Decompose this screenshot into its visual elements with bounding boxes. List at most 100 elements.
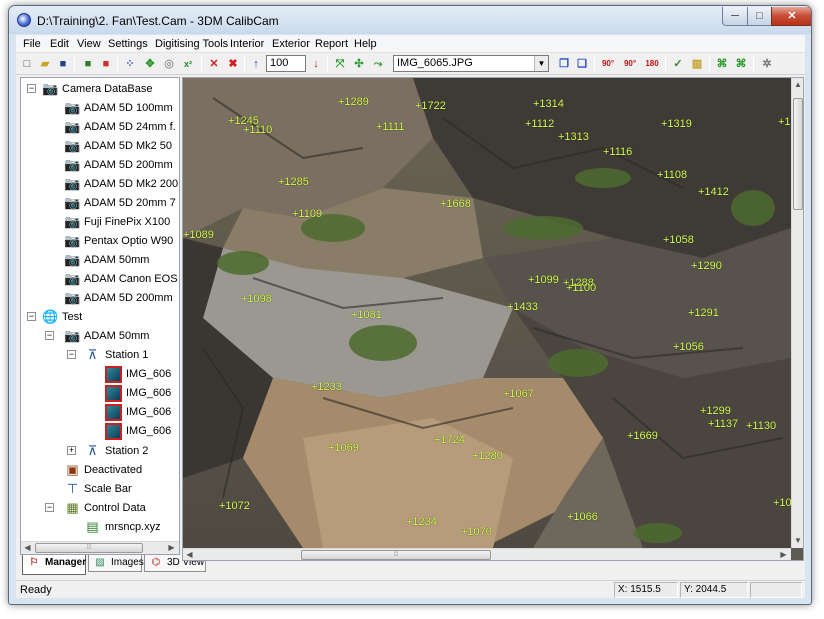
control-point-label[interactable]: +1098: [241, 293, 272, 305]
minimize-button[interactable]: ─: [722, 7, 748, 26]
control-point-label[interactable]: +1433: [507, 301, 538, 313]
delete-point-icon[interactable]: ✕: [206, 56, 222, 72]
check-icon[interactable]: ✓: [670, 56, 686, 72]
tree-item-camera[interactable]: 📷 ADAM 5D 20mm 7: [21, 194, 179, 213]
control-point-label[interactable]: +1233: [311, 381, 342, 393]
menu-report[interactable]: Report: [315, 38, 348, 50]
control-point-label[interactable]: +1056: [673, 341, 704, 353]
scroll-left-icon[interactable]: ◀: [21, 542, 34, 554]
open-folder-icon[interactable]: ▰: [37, 56, 53, 72]
tree-item-camera[interactable]: 📷 ADAM 5D 24mm f.: [21, 118, 179, 137]
viewer-horizontal-scrollbar[interactable]: ◀ ⦙⦙⦙ ▶: [183, 548, 791, 560]
control-point-label[interactable]: +1290: [691, 260, 722, 272]
rotate-right-90-icon[interactable]: 90°: [620, 56, 640, 72]
rotate-left-90-icon[interactable]: 90°: [598, 56, 618, 72]
control-point-label[interactable]: +1285: [278, 176, 309, 188]
control-point-label[interactable]: +1081: [351, 309, 382, 321]
app-logo-icon[interactable]: [17, 13, 31, 27]
control-point-label[interactable]: +1109: [292, 208, 322, 220]
stop-icon[interactable]: ■: [98, 56, 114, 72]
control-point-label[interactable]: +1724: [434, 434, 465, 446]
r-squared-icon[interactable]: x²: [180, 56, 196, 72]
point-scatter-icon[interactable]: ⁘: [122, 56, 138, 72]
control-point-label[interactable]: +1067: [503, 388, 534, 400]
control-point-label[interactable]: +1099: [528, 274, 559, 286]
tree-item-station-2[interactable]: + ⊼ Station 2: [21, 442, 179, 461]
cascade-windows-icon[interactable]: ❐: [556, 56, 572, 72]
increment-down-icon[interactable]: ↓: [308, 56, 324, 72]
tile-windows-icon[interactable]: ❏: [574, 56, 590, 72]
collapse-toggle[interactable]: −: [27, 312, 36, 321]
tree-item-control-file[interactable]: ▤ mrsncp.xyz: [21, 518, 179, 537]
grid-select-icon[interactable]: ⌘: [714, 56, 730, 72]
control-point-label[interactable]: +1299: [700, 405, 731, 417]
control-point-label[interactable]: +1058: [663, 234, 694, 246]
delete-all-points-icon[interactable]: ✖: [225, 56, 241, 72]
image-selector[interactable]: IMG_6065.JPG ▼: [393, 55, 549, 72]
tree-item-camera[interactable]: 📷 ADAM 5D Mk2 50: [21, 137, 179, 156]
step-value-field[interactable]: 100: [266, 55, 306, 72]
settings-icon[interactable]: ✲: [759, 56, 775, 72]
control-point-label[interactable]: +1137: [708, 418, 738, 430]
crosshair-icon[interactable]: ✥: [142, 56, 158, 72]
color-bars-icon[interactable]: ▥: [689, 56, 705, 72]
control-point-label[interactable]: +1070: [461, 526, 492, 538]
control-point-label[interactable]: +1319: [661, 118, 692, 130]
save-icon[interactable]: ■: [55, 56, 71, 72]
increment-up-icon[interactable]: ↑: [248, 56, 264, 72]
menu-interior[interactable]: Interior: [230, 38, 264, 50]
image-viewer[interactable]: +1289 +1722 +1314 +1245 +1110 +1111 +111…: [182, 77, 804, 561]
control-point-label[interactable]: +1110: [243, 124, 272, 136]
maximize-button[interactable]: □: [747, 7, 772, 26]
scroll-right-icon[interactable]: ▶: [165, 542, 178, 554]
tree-item-camera[interactable]: 📷 ADAM Canon EOS: [21, 270, 179, 289]
tree-item-project-camera[interactable]: − 📷 ADAM 50mm: [21, 327, 179, 346]
green-image-icon[interactable]: ■: [80, 56, 96, 72]
menu-file[interactable]: File: [23, 38, 41, 50]
tree-item-project[interactable]: − 🌐 Test: [21, 308, 179, 327]
control-point-label[interactable]: +1072: [219, 500, 250, 512]
tree-item-camera[interactable]: 📷 ADAM 5D 200mm: [21, 289, 179, 308]
control-point-label[interactable]: +1116: [603, 146, 632, 158]
menu-help[interactable]: Help: [354, 38, 377, 50]
control-point-label[interactable]: +1291: [688, 307, 719, 319]
scroll-left-icon[interactable]: ◀: [183, 549, 196, 560]
tree-horizontal-scrollbar[interactable]: ◀ ⦙⦙⦙ ▶: [21, 541, 179, 554]
tree-item-camera[interactable]: 📷 Pentax Optio W90: [21, 232, 179, 251]
control-point-label[interactable]: +1280: [472, 450, 503, 462]
target-icon[interactable]: ◎: [161, 56, 177, 72]
control-point-label[interactable]: +1313: [558, 131, 589, 143]
move-icon[interactable]: ✣: [351, 56, 367, 72]
scrollbar-thumb[interactable]: [793, 98, 803, 210]
control-point-label[interactable]: +1289: [338, 96, 369, 108]
expand-toggle[interactable]: +: [67, 446, 76, 455]
tab-images[interactable]: ▨ Images: [88, 555, 144, 572]
scrollbar-thumb[interactable]: ⦙⦙⦙: [35, 543, 143, 553]
collapse-toggle[interactable]: −: [67, 350, 76, 359]
tree-item-camera[interactable]: 📷 ADAM 5D Mk2 200: [21, 175, 179, 194]
tab-manager[interactable]: ⚐ Manager: [22, 555, 86, 575]
tree-item-camera[interactable]: 📷 ADAM 50mm: [21, 251, 179, 270]
tree-item-camera[interactable]: 📷 ADAM 5D 100mm: [21, 99, 179, 118]
menu-edit[interactable]: Edit: [50, 38, 69, 50]
tree-item-image[interactable]: IMG_606: [21, 365, 179, 384]
tree-item-camera-database[interactable]: − 📷 Camera DataBase: [21, 80, 179, 99]
collapse-toggle[interactable]: −: [27, 84, 36, 93]
tree-item-deactivated[interactable]: ▣ Deactivated: [21, 461, 179, 480]
new-file-icon[interactable]: □: [19, 56, 35, 72]
control-point-label[interactable]: +1669: [627, 430, 658, 442]
control-point-label[interactable]: +1108: [657, 169, 687, 181]
scroll-right-icon[interactable]: ▶: [777, 549, 790, 560]
menu-exterior[interactable]: Exterior: [272, 38, 310, 50]
control-point-label[interactable]: +1412: [698, 186, 729, 198]
control-point-label[interactable]: +10: [773, 497, 792, 509]
tree-item-scale-bar[interactable]: ⊤ Scale Bar: [21, 480, 179, 499]
tree-item-control-data[interactable]: − ▦ Control Data: [21, 499, 179, 518]
control-point-label[interactable]: +1668: [440, 198, 471, 210]
tree-item-station-1[interactable]: − ⊼ Station 1: [21, 346, 179, 365]
viewer-vertical-scrollbar[interactable]: ▲ ▼: [791, 78, 803, 548]
control-point-label[interactable]: +1089: [183, 229, 214, 241]
scroll-down-icon[interactable]: ▼: [792, 534, 803, 547]
rotate-180-icon[interactable]: 180: [642, 56, 662, 72]
collapse-toggle[interactable]: −: [45, 503, 54, 512]
